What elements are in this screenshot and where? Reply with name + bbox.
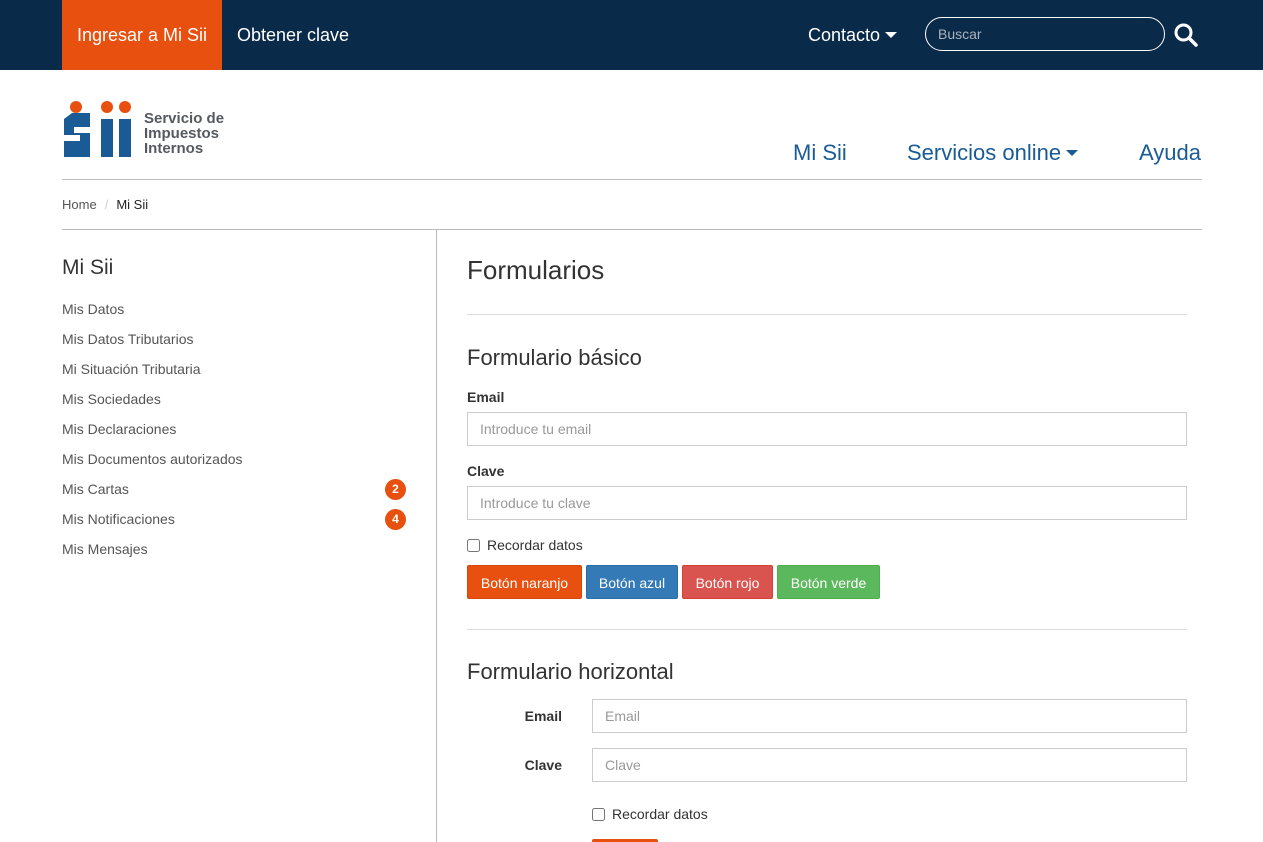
sidebar-item-label: Mis Declaraciones [62,421,177,437]
logo-text: Servicio de Impuestos Internos [144,111,224,156]
sidebar-item-mis-cartas[interactable]: Mis Cartas 2 [62,474,408,504]
sidebar-title: Mi Sii [62,256,114,279]
nav-servicios-label: Servicios online [907,140,1062,165]
section-divider [467,629,1187,630]
section-divider [467,314,1187,315]
sidebar-item-label: Mis Documentos autorizados [62,451,243,467]
page-title: Formularios [467,255,605,285]
blue-button[interactable]: Botón azul [586,565,678,599]
breadcrumb-separator: / [104,197,109,212]
nav-ayuda[interactable]: Ayuda [1139,140,1201,166]
count-badge: 2 [385,479,406,500]
caret-down-icon [885,31,898,38]
search-icon[interactable] [1173,22,1199,48]
horizontal-email-field[interactable] [592,699,1187,733]
horizontal-password-field[interactable] [592,748,1187,782]
contact-dropdown[interactable]: Contacto [808,0,898,70]
nav-servicios-online[interactable]: Servicios online [907,140,1079,166]
sii-logo[interactable]: Servicio de Impuestos Internos [62,99,232,161]
remember-label: Recordar datos [487,537,583,553]
password-field[interactable] [467,486,1187,520]
email-label: Email [467,389,505,405]
logo-text-line1: Servicio de [144,110,225,127]
nav-mi-sii[interactable]: Mi Sii [793,140,847,166]
sidebar-item-label: Mis Cartas [62,481,129,497]
sidebar-item-mis-notificaciones[interactable]: Mis Notificaciones 4 [62,504,408,534]
sidebar-item-mis-datos-tributarios[interactable]: Mis Datos Tributarios [62,324,408,354]
green-button[interactable]: Botón verde [777,565,880,599]
remember-checkbox[interactable] [467,539,480,552]
sidebar-item-label: Mis Mensajes [62,541,148,557]
sidebar-menu: Mis Datos Mis Datos Tributarios Mi Situa… [62,294,408,564]
header-divider [62,179,1202,180]
sidebar-item-label: Mi Situación Tributaria [62,361,201,377]
sidebar-item-mis-sociedades[interactable]: Mis Sociedades [62,384,408,414]
red-button[interactable]: Botón rojo [682,565,773,599]
logo-text-line3: Internos [144,140,204,157]
sidebar-item-mis-declaraciones[interactable]: Mis Declaraciones [62,414,408,444]
breadcrumb-current: Mi Sii [116,197,149,212]
sidebar-divider [436,230,437,842]
contact-label: Contacto [808,25,881,45]
horizontal-password-label: Clave [524,757,562,773]
search-input[interactable] [925,17,1165,51]
sidebar-item-label: Mis Sociedades [62,391,161,407]
sidebar-item-mis-datos[interactable]: Mis Datos [62,294,408,324]
sidebar-item-mis-documentos-autorizados[interactable]: Mis Documentos autorizados [62,444,408,474]
horizontal-remember-checkbox[interactable] [592,808,605,821]
login-button[interactable]: Ingresar a Mi Sii [62,0,222,70]
breadcrumb-divider [62,229,1202,230]
breadcrumb-home[interactable]: Home [62,197,97,212]
orange-button[interactable]: Botón naranjo [467,565,582,599]
sidebar-item-mis-mensajes[interactable]: Mis Mensajes [62,534,408,564]
horizontal-email-label: Email [524,708,562,724]
password-label: Clave [467,463,505,479]
caret-down-icon [1066,149,1079,156]
email-field[interactable] [467,412,1187,446]
horizontal-remember-label: Recordar datos [612,806,708,822]
logo-text-line2: Impuestos [144,125,220,142]
sii-logo-mark [64,101,131,157]
sidebar-item-label: Mis Datos Tributarios [62,331,194,347]
basic-form-title: Formulario básico [467,345,642,370]
sidebar-item-label: Mis Notificaciones [62,511,175,527]
breadcrumb: Home / Mi Sii [62,197,148,212]
sidebar-item-label: Mis Datos [62,301,125,317]
count-badge: 4 [385,509,406,530]
sidebar-item-mi-situacion-tributaria[interactable]: Mi Situación Tributaria [62,354,408,384]
obtain-key-link[interactable]: Obtener clave [237,0,349,70]
horizontal-form-title: Formulario horizontal [467,659,674,684]
top-bar: Ingresar a Mi Sii Obtener clave Contacto [0,0,1263,70]
